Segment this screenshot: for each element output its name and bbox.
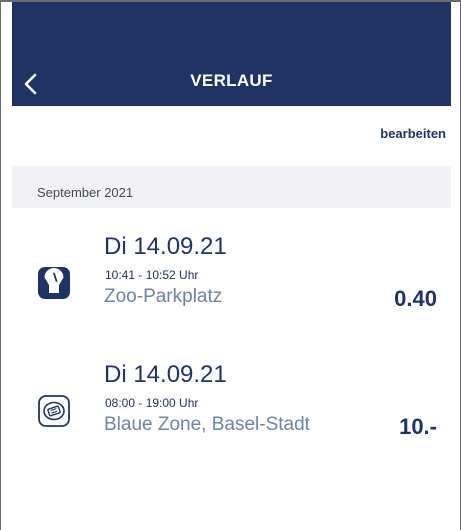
app-screen: VERLAUF bearbeiten September 2021 Di 14.… bbox=[0, 0, 461, 530]
item-date: Di 14.09.21 bbox=[104, 233, 227, 260]
section-month-label: September 2021 bbox=[37, 185, 134, 200]
history-item[interactable]: Di 14.09.21 08:00 - 19:00 Uhr Blaue Zone… bbox=[12, 352, 451, 477]
history-item[interactable]: Di 14.09.21 10:41 - 10:52 Uhr Zoo-Parkpl… bbox=[12, 224, 451, 349]
parking-disc-icon bbox=[38, 394, 70, 428]
edit-button[interactable]: bearbeiten bbox=[380, 126, 446, 141]
item-time: 10:41 - 10:52 Uhr bbox=[105, 268, 199, 282]
item-amount: 10.- bbox=[399, 414, 437, 439]
item-date: Di 14.09.21 bbox=[104, 361, 227, 388]
navigation-bar: VERLAUF bbox=[12, 2, 451, 106]
parking-meter-icon bbox=[38, 266, 70, 300]
item-location: Zoo-Parkplatz bbox=[104, 286, 223, 307]
page-title: VERLAUF bbox=[190, 71, 273, 90]
item-amount: 0.40 bbox=[394, 286, 437, 311]
section-header: September 2021 bbox=[12, 166, 451, 208]
item-time: 08:00 - 19:00 Uhr bbox=[105, 396, 199, 410]
item-location: Blaue Zone, Basel-Stadt bbox=[104, 414, 310, 435]
